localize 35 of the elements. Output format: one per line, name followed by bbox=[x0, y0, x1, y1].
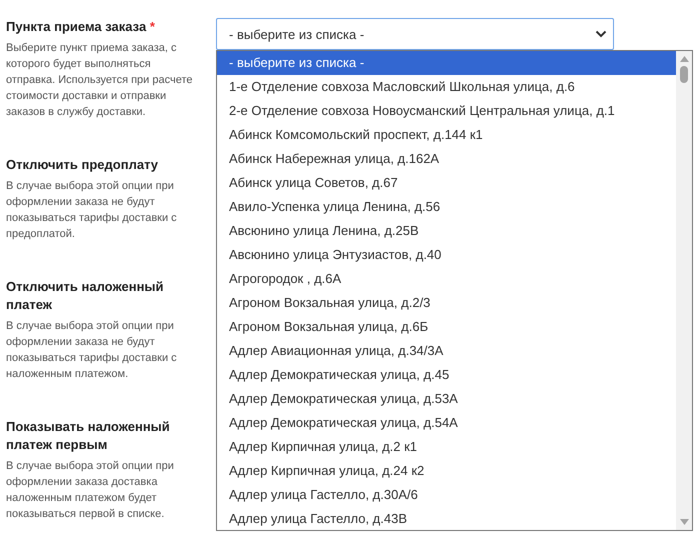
dropdown-option[interactable]: Адлер Демократическая улица, д.45 bbox=[217, 363, 676, 387]
setting-title: Показывать наложенный платеж первым bbox=[6, 418, 171, 454]
dropdown-option[interactable]: Абинск Комсомольский проспект, д.144 к1 bbox=[217, 123, 676, 147]
dropdown-option[interactable]: Агрогородок , д.6А bbox=[217, 267, 676, 291]
setting-description: В случае выбора этой опции при оформлении заказа не будут показываться тарифы доставки с предоплатой. bbox=[6, 179, 178, 242]
setting-description: Выберите пункт приема заказа, с которого будет выполняться отправка. Используется при расчете стоимости доставки и отправки заказов в службу доставки. bbox=[6, 41, 194, 120]
dropdown-option[interactable]: Агроном Вокзальная улица, д.2/3 bbox=[217, 291, 676, 315]
dropdown-option[interactable]: Адлер Демократическая улица, д.54А bbox=[217, 411, 676, 435]
dropdown-option[interactable]: Адлер Демократическая улица, д.53А bbox=[217, 387, 676, 411]
dropdown-option[interactable]: 1-е Отделение совхоза Масловский Школьная улица, д.6 bbox=[217, 75, 676, 99]
dropdown-option[interactable]: Агроном Вокзальная улица, д.6Б bbox=[217, 315, 676, 339]
setting-title: Пункта приема заказа * bbox=[6, 18, 156, 36]
scrollbar[interactable] bbox=[676, 51, 692, 530]
setting-description: В случае выбора этой опции при оформлении заказа не будут показываться тарифы доставки с наложенным платежом. bbox=[6, 319, 178, 382]
dropdown-option[interactable]: Адлер Кирпичная улица, д.24 к2 bbox=[217, 459, 676, 483]
dropdown-option[interactable]: 2-е Отделение совхоза Новоусманский Центральная улица, д.1 bbox=[217, 99, 676, 123]
setting-title: Отключить предоплату bbox=[6, 156, 159, 174]
scroll-down-icon[interactable] bbox=[680, 519, 688, 525]
setting-description: В случае выбора этой опции при оформлении заказа доставка наложенным платежом будет показываться первой в списке. bbox=[6, 459, 175, 522]
dropdown-option[interactable]: Адлер Кирпичная улица, д.2 к1 bbox=[217, 435, 676, 459]
dropdown-option[interactable]: Адлер улица Гастелло, д.30А/6 bbox=[217, 483, 676, 507]
setting-title: Отключить наложенный платеж bbox=[6, 278, 165, 314]
dropdown-option[interactable]: Авсюнино улица Энтузиастов, д.40 bbox=[217, 243, 676, 267]
dropdown-option[interactable]: - выберите из списка - bbox=[217, 51, 676, 75]
chevron-down-icon bbox=[595, 30, 607, 38]
dropdown-option[interactable]: Адлер Авиационная улица, д.34/3А bbox=[217, 339, 676, 363]
required-mark: * bbox=[150, 19, 155, 34]
dropdown-option[interactable]: Абинск Набережная улица, д.162А bbox=[217, 147, 676, 171]
dropdown-option[interactable]: Авило-Успенка улица Ленина, д.56 bbox=[217, 195, 676, 219]
scroll-up-icon[interactable] bbox=[680, 56, 688, 62]
dropdown-option[interactable]: Абинск улица Советов, д.67 bbox=[217, 171, 676, 195]
scrollbar-thumb[interactable] bbox=[680, 66, 688, 83]
select-field[interactable]: - выберите из списка - bbox=[216, 18, 614, 50]
dropdown-option[interactable]: Авсюнино улица Ленина, д.25В bbox=[217, 219, 676, 243]
dropdown-option[interactable]: Адлер улица Гастелло, д.43В bbox=[217, 507, 676, 530]
